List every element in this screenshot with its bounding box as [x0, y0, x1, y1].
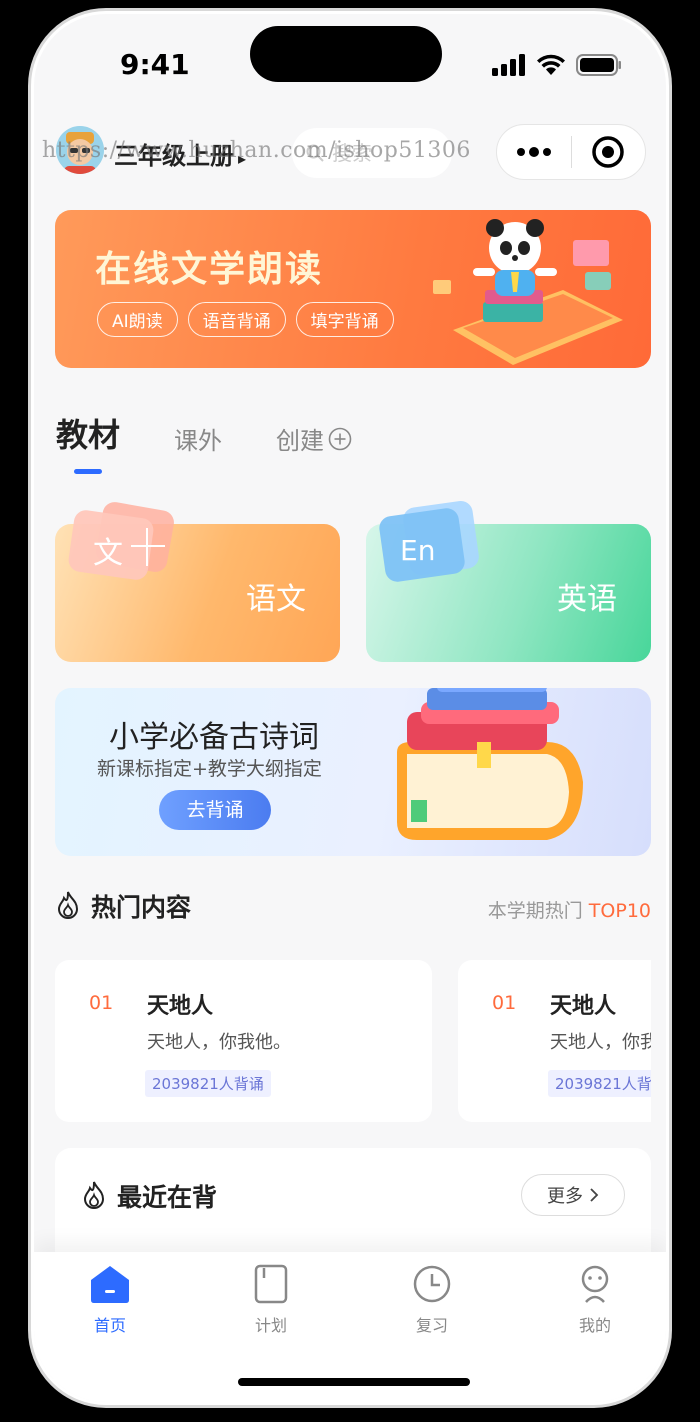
- hot-rank: 01: [89, 992, 114, 1014]
- banner-tag[interactable]: 语音背诵: [187, 302, 286, 337]
- hot-line: 天地人，你我他。: [550, 1032, 651, 1053]
- chinese-icon-text: 文: [93, 536, 123, 571]
- subject-label-chinese: 语文: [246, 582, 306, 617]
- hot-card[interactable]: 01 天地人 天地人，你我他。 2039821人背诵: [55, 960, 432, 1122]
- panda-illustration-icon: [433, 219, 623, 365]
- status-icons: [492, 54, 622, 76]
- reading-banner[interactable]: 在线文学朗读 AI朗读 语音背诵 填字背诵: [55, 210, 651, 368]
- subject-card-english[interactable]: En 英语: [366, 501, 651, 662]
- banner-tag[interactable]: 填字背诵: [295, 302, 394, 337]
- hot-rank: 01: [492, 992, 517, 1014]
- wifi-icon: [537, 54, 565, 75]
- plus-circle-icon: [328, 427, 352, 450]
- signal-icon: [492, 54, 525, 76]
- plan-icon: [254, 1264, 288, 1304]
- hot-name: 天地人: [550, 994, 617, 1019]
- recent-title: 最近在背: [117, 1183, 218, 1212]
- subject-label-english: 英语: [557, 582, 617, 617]
- more-button[interactable]: 更多: [521, 1174, 625, 1216]
- more-menu-button[interactable]: [497, 125, 571, 179]
- clock-icon: [413, 1265, 451, 1303]
- tabbar-plan[interactable]: 计划: [231, 1264, 311, 1336]
- miniprogram-capsule: [496, 124, 646, 180]
- books-stack-icon: [397, 688, 583, 840]
- chevron-right-icon: [590, 1188, 599, 1202]
- tabbar-label: 复习: [415, 1316, 448, 1335]
- hot-card[interactable]: 01 天地人 天地人，你我他。 2039821人背诵: [458, 960, 651, 1122]
- more-label: 更多: [547, 1186, 583, 1207]
- home-indicator: [238, 1378, 470, 1386]
- nav-row: 三年级上册 ▸ 搜索 https://www.huzhan.com/ishop51…: [34, 120, 666, 184]
- close-miniprogram-button[interactable]: [572, 125, 646, 179]
- hot-section-title: 热门内容: [91, 893, 192, 922]
- bottom-tab-bar: 首页 计划 复习 我的: [34, 1252, 666, 1402]
- hot-ranking-top: TOP10: [588, 900, 651, 922]
- tabbar-mine[interactable]: 我的: [555, 1264, 635, 1336]
- watermark-text: https://www.huzhan.com/ishop51306: [42, 138, 471, 163]
- hot-ranking-prefix: 本学期热门: [487, 900, 583, 922]
- hot-cards-scroller[interactable]: 01 天地人 天地人，你我他。 2039821人背诵 01 天地人 天地人，你我…: [55, 960, 651, 1124]
- battery-icon: [576, 54, 621, 76]
- hot-line: 天地人，你我他。: [147, 1032, 291, 1053]
- banner-title: 在线文学朗读: [95, 249, 324, 290]
- poetry-title: 小学必备古诗词: [109, 720, 319, 755]
- tabbar-label: 首页: [93, 1316, 126, 1335]
- app-screen: 9:41 三年级上册 ▸ 搜索 https://www.huzhan.com/i…: [34, 14, 666, 1402]
- tab-create[interactable]: 创建: [276, 421, 352, 456]
- tabbar-home[interactable]: 首页: [70, 1264, 150, 1336]
- tabbar-review[interactable]: 复习: [392, 1264, 472, 1336]
- target-close-icon: [592, 136, 624, 168]
- category-tabs: 教材 课外 创建: [56, 410, 352, 474]
- hot-name: 天地人: [147, 994, 214, 1019]
- hot-ranking-link[interactable]: 本学期热门 TOP10: [488, 896, 651, 923]
- more-dots-icon: [516, 147, 551, 157]
- poetry-card[interactable]: 小学必备古诗词 新课标指定+教学大纲指定 去背诵: [55, 688, 651, 856]
- flame-icon: [83, 1181, 105, 1209]
- tab-textbook[interactable]: 教材: [56, 410, 120, 474]
- go-recite-button[interactable]: 去背诵: [159, 790, 271, 830]
- banner-tags: AI朗读 语音背诵 填字背诵: [97, 302, 394, 337]
- phone-frame: 9:41 三年级上册 ▸ 搜索 https://www.huzhan.com/i…: [28, 8, 672, 1408]
- status-time: 9:41: [120, 48, 190, 81]
- status-bar: 9:41: [34, 14, 666, 114]
- hot-badge: 2039821人背诵: [145, 1070, 271, 1097]
- tab-create-label: 创建: [276, 427, 325, 455]
- hot-badge: 2039821人背诵: [548, 1070, 651, 1097]
- home-icon: [91, 1266, 129, 1303]
- dynamic-island: [250, 26, 442, 82]
- banner-tag[interactable]: AI朗读: [97, 302, 178, 337]
- english-icon-text: En: [400, 534, 436, 567]
- profile-icon: [581, 1265, 609, 1303]
- tab-extracurricular[interactable]: 课外: [174, 421, 222, 456]
- tabbar-label: 计划: [254, 1316, 287, 1335]
- poetry-subtitle: 新课标指定+教学大纲指定: [97, 758, 322, 780]
- hot-section-header: 热门内容 本学期热门 TOP10: [55, 886, 651, 926]
- tabbar-label: 我的: [578, 1316, 611, 1335]
- subject-card-chinese[interactable]: 文 语文: [55, 502, 340, 662]
- flame-icon: [57, 891, 79, 919]
